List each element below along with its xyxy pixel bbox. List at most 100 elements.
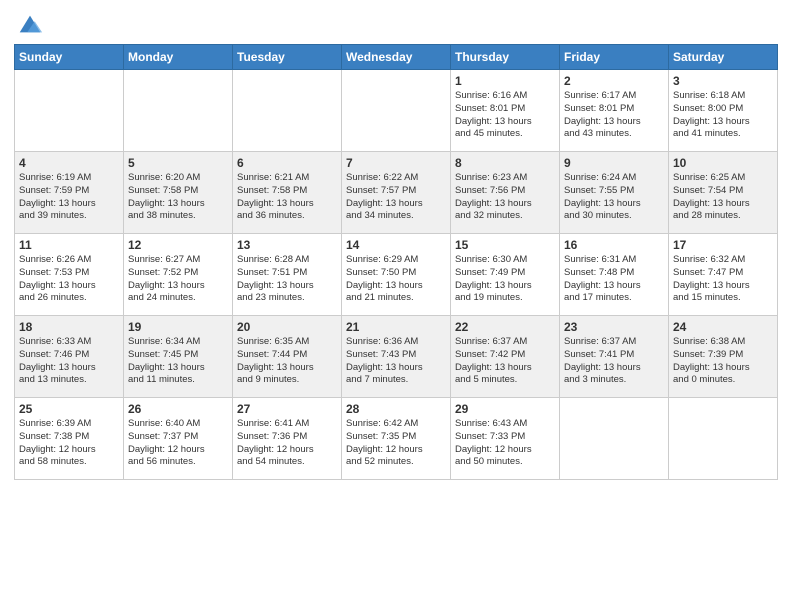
day-info: Sunrise: 6:21 AM Sunset: 7:58 PM Dayligh… xyxy=(237,172,337,223)
day-number: 13 xyxy=(237,238,337,252)
day-number: 27 xyxy=(237,402,337,416)
day-number: 25 xyxy=(19,402,119,416)
calendar-cell xyxy=(15,70,124,152)
calendar-cell: 2 Sunrise: 6:17 AM Sunset: 8:01 PM Daylig… xyxy=(560,70,669,152)
calendar-cell: 12 Sunrise: 6:27 AM Sunset: 7:52 PM Dayli… xyxy=(124,234,233,316)
calendar-cell: 7Sunrise: 6:22 AM Sunset: 7:57 PM Daylig… xyxy=(342,152,451,234)
day-info: Sunrise: 6:33 AM Sunset: 7:46 PM Dayligh… xyxy=(19,336,119,387)
day-number: 29 xyxy=(455,402,555,416)
day-info: Sunrise: 6:23 AM Sunset: 7:56 PM Dayligh… xyxy=(455,172,555,223)
calendar-cell: 14 Sunrise: 6:29 AM Sunset: 7:50 PM Dayli… xyxy=(342,234,451,316)
day-number: 26 xyxy=(128,402,228,416)
day-number: 10 xyxy=(673,156,773,170)
day-info: Sunrise: 6:34 AM Sunset: 7:45 PM Dayligh… xyxy=(128,336,228,387)
day-info: Sunrise: 6:16 AM Sunset: 8:01 PM Dayligh… xyxy=(455,90,555,141)
day-number: 22 xyxy=(455,320,555,334)
day-number: 18 xyxy=(19,320,119,334)
day-number: 1 xyxy=(455,74,555,88)
day-number: 2 xyxy=(564,74,664,88)
day-number: 23 xyxy=(564,320,664,334)
day-info: Sunrise: 6:25 AM Sunset: 7:54 PM Dayligh… xyxy=(673,172,773,223)
calendar-cell: 17 Sunrise: 6:32 AM Sunset: 7:47 PM Dayli… xyxy=(669,234,778,316)
calendar-cell: 22 Sunrise: 6:37 AM Sunset: 7:42 PM Dayli… xyxy=(451,316,560,398)
day-info: Sunrise: 6:37 AM Sunset: 7:42 PM Dayligh… xyxy=(455,336,555,387)
calendar-cell: 15 Sunrise: 6:30 AM Sunset: 7:49 PM Dayli… xyxy=(451,234,560,316)
day-header-monday: Monday xyxy=(124,45,233,70)
calendar-cell: 9 Sunrise: 6:24 AM Sunset: 7:55 PM Daylig… xyxy=(560,152,669,234)
day-info: Sunrise: 6:22 AM Sunset: 7:57 PM Dayligh… xyxy=(346,172,446,223)
day-header-tuesday: Tuesday xyxy=(233,45,342,70)
day-info: Sunrise: 6:39 AM Sunset: 7:38 PM Dayligh… xyxy=(19,418,119,469)
day-number: 20 xyxy=(237,320,337,334)
day-number: 3 xyxy=(673,74,773,88)
day-info: Sunrise: 6:31 AM Sunset: 7:48 PM Dayligh… xyxy=(564,254,664,305)
logo-icon xyxy=(16,10,44,38)
day-info: Sunrise: 6:24 AM Sunset: 7:55 PM Dayligh… xyxy=(564,172,664,223)
day-info: Sunrise: 6:20 AM Sunset: 7:58 PM Dayligh… xyxy=(128,172,228,223)
calendar-row-2: 11 Sunrise: 6:26 AM Sunset: 7:53 PM Dayli… xyxy=(15,234,778,316)
day-info: Sunrise: 6:32 AM Sunset: 7:47 PM Dayligh… xyxy=(673,254,773,305)
calendar-header: SundayMondayTuesdayWednesdayThursdayFrid… xyxy=(15,45,778,70)
day-number: 9 xyxy=(564,156,664,170)
calendar-row-0: 1 Sunrise: 6:16 AM Sunset: 8:01 PM Daylig… xyxy=(15,70,778,152)
day-info: Sunrise: 6:19 AM Sunset: 7:59 PM Dayligh… xyxy=(19,172,119,223)
day-header-friday: Friday xyxy=(560,45,669,70)
day-number: 16 xyxy=(564,238,664,252)
day-info: Sunrise: 6:26 AM Sunset: 7:53 PM Dayligh… xyxy=(19,254,119,305)
day-info: Sunrise: 6:28 AM Sunset: 7:51 PM Dayligh… xyxy=(237,254,337,305)
day-info: Sunrise: 6:40 AM Sunset: 7:37 PM Dayligh… xyxy=(128,418,228,469)
day-info: Sunrise: 6:43 AM Sunset: 7:33 PM Dayligh… xyxy=(455,418,555,469)
calendar-cell: 1 Sunrise: 6:16 AM Sunset: 8:01 PM Daylig… xyxy=(451,70,560,152)
day-number: 4 xyxy=(19,156,119,170)
calendar-cell: 16 Sunrise: 6:31 AM Sunset: 7:48 PM Dayli… xyxy=(560,234,669,316)
day-number: 14 xyxy=(346,238,446,252)
day-number: 17 xyxy=(673,238,773,252)
day-number: 15 xyxy=(455,238,555,252)
day-info: Sunrise: 6:17 AM Sunset: 8:01 PM Dayligh… xyxy=(564,90,664,141)
calendar-cell: 29 Sunrise: 6:43 AM Sunset: 7:33 PM Dayli… xyxy=(451,398,560,480)
day-number: 24 xyxy=(673,320,773,334)
day-header-thursday: Thursday xyxy=(451,45,560,70)
day-info: Sunrise: 6:29 AM Sunset: 7:50 PM Dayligh… xyxy=(346,254,446,305)
calendar-cell: 26 Sunrise: 6:40 AM Sunset: 7:37 PM Dayli… xyxy=(124,398,233,480)
calendar-cell: 6 Sunrise: 6:21 AM Sunset: 7:58 PM Daylig… xyxy=(233,152,342,234)
calendar-cell xyxy=(233,70,342,152)
calendar-cell: 25 Sunrise: 6:39 AM Sunset: 7:38 PM Dayli… xyxy=(15,398,124,480)
header xyxy=(14,10,778,38)
calendar-row-1: 4 Sunrise: 6:19 AM Sunset: 7:59 PM Daylig… xyxy=(15,152,778,234)
day-info: Sunrise: 6:18 AM Sunset: 8:00 PM Dayligh… xyxy=(673,90,773,141)
calendar-cell: 20 Sunrise: 6:35 AM Sunset: 7:44 PM Dayli… xyxy=(233,316,342,398)
calendar-cell: 10 Sunrise: 6:25 AM Sunset: 7:54 PM Dayli… xyxy=(669,152,778,234)
calendar-cell: 23Sunrise: 6:37 AM Sunset: 7:41 PM Dayli… xyxy=(560,316,669,398)
day-info: Sunrise: 6:27 AM Sunset: 7:52 PM Dayligh… xyxy=(128,254,228,305)
day-info: Sunrise: 6:42 AM Sunset: 7:35 PM Dayligh… xyxy=(346,418,446,469)
day-info: Sunrise: 6:30 AM Sunset: 7:49 PM Dayligh… xyxy=(455,254,555,305)
day-info: Sunrise: 6:36 AM Sunset: 7:43 PM Dayligh… xyxy=(346,336,446,387)
day-number: 6 xyxy=(237,156,337,170)
calendar-cell xyxy=(669,398,778,480)
calendar-body: 1 Sunrise: 6:16 AM Sunset: 8:01 PM Daylig… xyxy=(15,70,778,480)
day-number: 12 xyxy=(128,238,228,252)
day-number: 11 xyxy=(19,238,119,252)
calendar-cell: 4 Sunrise: 6:19 AM Sunset: 7:59 PM Daylig… xyxy=(15,152,124,234)
calendar-table: SundayMondayTuesdayWednesdayThursdayFrid… xyxy=(14,44,778,480)
day-info: Sunrise: 6:35 AM Sunset: 7:44 PM Dayligh… xyxy=(237,336,337,387)
calendar-cell xyxy=(342,70,451,152)
calendar-cell: 24 Sunrise: 6:38 AM Sunset: 7:39 PM Dayli… xyxy=(669,316,778,398)
calendar-cell: 8 Sunrise: 6:23 AM Sunset: 7:56 PM Daylig… xyxy=(451,152,560,234)
calendar-cell: 19 Sunrise: 6:34 AM Sunset: 7:45 PM Dayli… xyxy=(124,316,233,398)
calendar-cell: 27 Sunrise: 6:41 AM Sunset: 7:36 PM Dayli… xyxy=(233,398,342,480)
day-number: 8 xyxy=(455,156,555,170)
calendar-cell: 11 Sunrise: 6:26 AM Sunset: 7:53 PM Dayli… xyxy=(15,234,124,316)
day-header-wednesday: Wednesday xyxy=(342,45,451,70)
day-number: 5 xyxy=(128,156,228,170)
day-info: Sunrise: 6:41 AM Sunset: 7:36 PM Dayligh… xyxy=(237,418,337,469)
logo xyxy=(14,10,44,38)
calendar-row-4: 25 Sunrise: 6:39 AM Sunset: 7:38 PM Dayli… xyxy=(15,398,778,480)
day-info: Sunrise: 6:38 AM Sunset: 7:39 PM Dayligh… xyxy=(673,336,773,387)
day-number: 28 xyxy=(346,402,446,416)
calendar-cell: 18 Sunrise: 6:33 AM Sunset: 7:46 PM Dayli… xyxy=(15,316,124,398)
day-header-saturday: Saturday xyxy=(669,45,778,70)
day-number: 19 xyxy=(128,320,228,334)
page: SundayMondayTuesdayWednesdayThursdayFrid… xyxy=(0,0,792,612)
